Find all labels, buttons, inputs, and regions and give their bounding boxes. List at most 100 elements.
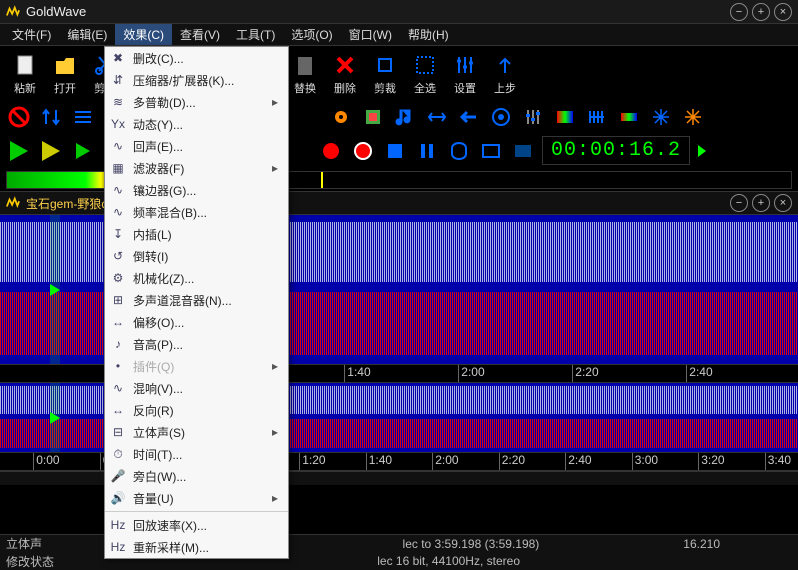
cube-icon[interactable] <box>360 104 386 130</box>
effects-menu-item[interactable]: ↧内插(L) <box>105 223 288 245</box>
arrows-blue-icon[interactable] <box>38 104 64 130</box>
up-button[interactable]: 上步 <box>486 50 524 98</box>
effects-menu-item[interactable]: ↔偏移(O)... <box>105 311 288 333</box>
time-icon: ⏱ <box>109 445 127 463</box>
menu-item-5[interactable]: 选项(O) <box>283 24 340 45</box>
doc-maximize-button[interactable]: + <box>752 194 770 212</box>
effects-menu-item[interactable]: 🎤旁白(W)... <box>105 465 288 487</box>
folder-button[interactable]: 打开 <box>46 50 84 98</box>
invert-icon: ↺ <box>109 247 127 265</box>
effects-menu-item[interactable]: ⏱时间(T)... <box>105 443 288 465</box>
file-button[interactable]: 粘新 <box>6 50 44 98</box>
effects-menu-item[interactable]: ∿频率混合(B)... <box>105 201 288 223</box>
resample-icon: Hz <box>109 538 127 556</box>
effects-menu-item[interactable]: ↔反向(R) <box>105 399 288 421</box>
window-button[interactable] <box>478 138 504 164</box>
pause-button[interactable] <box>414 138 440 164</box>
reverb-icon: ∿ <box>109 379 127 397</box>
flanger-icon: ∿ <box>109 181 127 199</box>
echo-icon: ∿ <box>109 137 127 155</box>
note-icon[interactable] <box>392 104 418 130</box>
offset-icon: ↔ <box>109 313 127 331</box>
effects-menu-item[interactable]: ∿回声(E)... <box>105 135 288 157</box>
ruler-tick: 1:40 <box>344 365 370 382</box>
effects-menu-item[interactable]: ↺倒转(I) <box>105 245 288 267</box>
menu-item-2[interactable]: 效果(C) <box>115 24 172 45</box>
settings-button[interactable]: 设置 <box>446 50 484 98</box>
status-channel: 立体声 <box>6 535 42 552</box>
effects-menu-item[interactable]: ∿混响(V)... <box>105 377 288 399</box>
effects-menu-item[interactable]: ≋多普勒(D)...▸ <box>105 91 288 113</box>
sliders-icon[interactable] <box>520 104 546 130</box>
menu-item-3[interactable]: 查看(V) <box>172 24 228 45</box>
submenu-arrow-icon: ▸ <box>272 425 278 439</box>
arrow-left-icon[interactable] <box>456 104 482 130</box>
select-all-button[interactable]: 全选 <box>406 50 444 98</box>
menu-item-1[interactable]: 编辑(E) <box>59 24 115 45</box>
gear-orange-icon[interactable] <box>328 104 354 130</box>
gate-icon[interactable] <box>584 104 610 130</box>
trim-button[interactable]: 剪裁 <box>366 50 404 98</box>
ruler-tick: 3:20 <box>698 453 724 470</box>
target-icon[interactable] <box>488 104 514 130</box>
spectrum-icon[interactable] <box>552 104 578 130</box>
effects-menu-item: •插件(Q)▸ <box>105 355 288 377</box>
flow-icon[interactable] <box>70 104 96 130</box>
ruler-tick: 1:20 <box>299 453 325 470</box>
effects-menu-item[interactable]: ⊞多声道混音器(N)... <box>105 289 288 311</box>
overview-playhead[interactable] <box>50 383 60 452</box>
menu-item-0[interactable]: 文件(F) <box>4 24 59 45</box>
display-button[interactable] <box>510 138 536 164</box>
time-play-indicator <box>696 141 708 161</box>
stop-red-icon[interactable] <box>6 104 32 130</box>
stop-button[interactable] <box>382 138 408 164</box>
effects-menu-item[interactable]: ✖删改(C)... <box>105 47 288 69</box>
reverse-icon: ↔ <box>109 401 127 419</box>
document-icon <box>6 196 20 210</box>
effects-menu-item[interactable]: ⊟立体声(S)▸ <box>105 421 288 443</box>
effects-menu-item[interactable]: 🔊音量(U)▸ <box>105 487 288 509</box>
menu-item-4[interactable]: 工具(T) <box>228 24 283 45</box>
effects-menu-item[interactable]: ▦滤波器(F)▸ <box>105 157 288 179</box>
close-button[interactable]: × <box>774 3 792 21</box>
menu-item-7[interactable]: 帮助(H) <box>400 24 457 45</box>
play-small-button[interactable] <box>70 138 96 164</box>
effects-menu-item[interactable]: ⚙机械化(Z)... <box>105 267 288 289</box>
effects-menu-item[interactable]: ∿镶边器(G)... <box>105 179 288 201</box>
effects-menu-item[interactable]: Hz回放速率(X)... <box>105 514 288 536</box>
ruler-tick: 0:00 <box>33 453 59 470</box>
play-green-button[interactable] <box>6 138 32 164</box>
effects-menu-item[interactable]: ♪音高(P)... <box>105 333 288 355</box>
minimize-button[interactable]: − <box>730 3 748 21</box>
effects-menu-item[interactable]: ⇵压缩器/扩展器(K)... <box>105 69 288 91</box>
playback-rate-icon: Hz <box>109 516 127 534</box>
doc-close-button[interactable]: × <box>774 194 792 212</box>
ruler-tick: 2:20 <box>499 453 525 470</box>
ruler-tick: 3:40 <box>765 453 791 470</box>
menu-item-6[interactable]: 窗口(W) <box>341 24 400 45</box>
record-alt-button[interactable] <box>350 138 376 164</box>
arrows-horiz-icon[interactable] <box>424 104 450 130</box>
replace-icon <box>292 52 318 78</box>
loop-button[interactable] <box>446 138 472 164</box>
ruler-tick: 2:20 <box>572 365 598 382</box>
voiceover-icon: 🎤 <box>109 467 127 485</box>
burst2-icon[interactable] <box>680 104 706 130</box>
doc-minimize-button[interactable]: − <box>730 194 748 212</box>
rainbow-icon[interactable] <box>616 104 642 130</box>
filter-icon: ▦ <box>109 159 127 177</box>
maximize-button[interactable]: + <box>752 3 770 21</box>
folder-icon <box>52 52 78 78</box>
playhead[interactable] <box>50 215 60 364</box>
effects-menu-item[interactable]: Hz重新采样(M)... <box>105 536 288 558</box>
replace-button[interactable]: 替换 <box>286 50 324 98</box>
time-display: 00:00:16.2 <box>542 136 690 165</box>
effects-menu-item[interactable]: Yx动态(Y)... <box>105 113 288 135</box>
delete-button[interactable]: 删除 <box>326 50 364 98</box>
freq-blend-icon: ∿ <box>109 203 127 221</box>
record-button[interactable] <box>318 138 344 164</box>
burst-icon[interactable] <box>648 104 674 130</box>
plugin-icon: • <box>109 357 127 375</box>
play-yellow-button[interactable] <box>38 138 64 164</box>
title-bar: GoldWave − + × <box>0 0 798 24</box>
